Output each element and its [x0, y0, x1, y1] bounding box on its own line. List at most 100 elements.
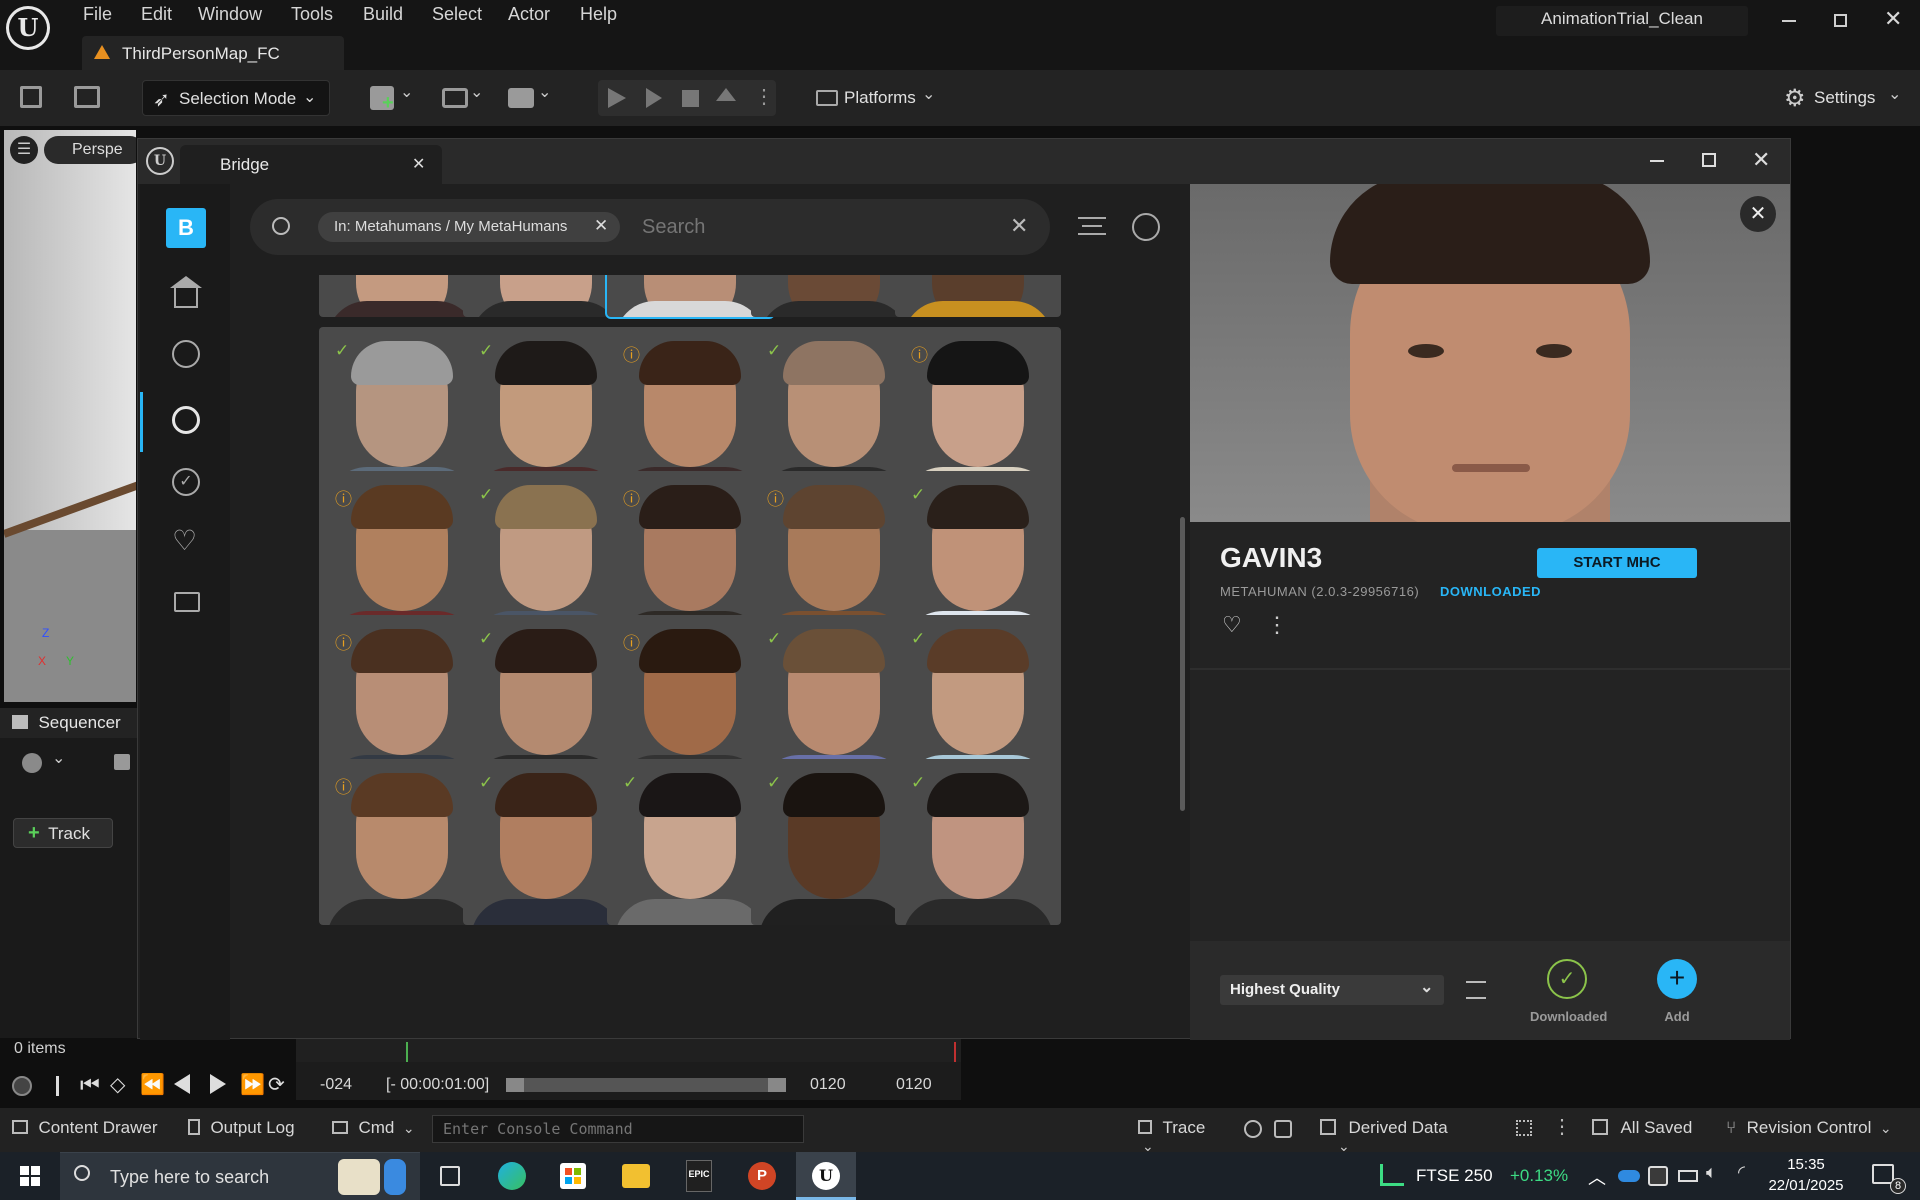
menu-window[interactable]: Window [198, 4, 262, 28]
console-input[interactable] [432, 1115, 804, 1143]
clear-search-icon[interactable]: ✕ [1010, 213, 1028, 239]
metahuman-tile[interactable]: ⓘ [751, 471, 917, 637]
selection-mode-dropdown[interactable]: ➶ Selection Mode ⌄ [142, 80, 330, 116]
metahuman-tile[interactable]: ✓ [607, 759, 773, 925]
metahuman-tile[interactable]: ✓ [895, 615, 1061, 781]
metahuman-tile[interactable]: ✓ [319, 327, 485, 493]
onedrive-icon[interactable] [1618, 1170, 1640, 1182]
tab-bridge[interactable]: Bridge ✕ [180, 145, 442, 184]
edge-icon[interactable] [498, 1162, 526, 1190]
store-icon[interactable] [560, 1163, 586, 1189]
record-trace-icon[interactable] [1244, 1120, 1262, 1138]
start-mhc-button[interactable]: START MHC [1537, 548, 1697, 578]
metahuman-tile[interactable]: ✓ [751, 327, 917, 493]
more-options-icon[interactable]: ⋮ [754, 84, 774, 109]
output-log-button[interactable]: Output Log [188, 1118, 308, 1142]
metahuman-tile[interactable] [751, 275, 917, 317]
record-icon[interactable] [12, 1076, 32, 1096]
loop-icon[interactable]: ⟳ [268, 1072, 285, 1097]
ticker-name[interactable]: FTSE 250 [1416, 1166, 1493, 1186]
metahuman-tile[interactable]: ⓘ [319, 471, 485, 637]
favorite-icon[interactable]: ♡ [1222, 612, 1242, 638]
grid-icon[interactable] [1516, 1120, 1532, 1136]
settings-sliders-icon[interactable] [1466, 981, 1486, 999]
more-options-icon[interactable]: ⋮ [1266, 612, 1288, 638]
search-input[interactable] [642, 211, 972, 243]
chevron-down-icon[interactable]: ⌄ [538, 82, 551, 102]
maximize-icon[interactable] [1702, 153, 1716, 167]
timeline-area[interactable]: -024 [- 00:00:01:00] 0120 0120 [296, 1038, 961, 1100]
metahuman-tile[interactable] [895, 275, 1061, 317]
metahuman-tile[interactable]: ⓘ [895, 327, 1061, 493]
all-saved-button[interactable]: All Saved [1592, 1118, 1702, 1142]
chevron-down-icon[interactable]: ⌄ [52, 748, 65, 768]
jump-start-icon[interactable]: ⏮ [80, 1072, 100, 1098]
metahuman-tile[interactable]: ✓ [463, 759, 629, 925]
stop-icon[interactable] [682, 90, 699, 107]
check-circle-icon[interactable]: ✓ [172, 468, 200, 496]
close-tab-icon[interactable]: ✕ [412, 154, 425, 174]
taskbar-search[interactable]: Type here to search [60, 1152, 420, 1200]
heart-icon[interactable]: ♡ [172, 524, 197, 557]
next-frame-icon[interactable]: ⏩ [240, 1072, 265, 1097]
prev-key-icon[interactable]: ◇ [110, 1072, 125, 1097]
eject-icon[interactable] [716, 88, 736, 101]
restore-icon[interactable] [1834, 14, 1847, 27]
platforms-dropdown[interactable]: Platforms ⌄ [812, 80, 942, 116]
wifi-icon[interactable]: ◜ [1738, 1162, 1745, 1183]
cmd-dropdown[interactable]: Cmd ⌄ [332, 1118, 418, 1142]
metahuman-tile[interactable]: ⓘ [607, 471, 773, 637]
clock-time[interactable]: 15:35 [1778, 1156, 1834, 1173]
chevron-down-icon[interactable]: ⌄ [470, 82, 483, 102]
powerpoint-icon[interactable]: P [748, 1162, 776, 1190]
grid-scrollbar[interactable] [1180, 517, 1185, 811]
metahuman-tile[interactable] [463, 275, 629, 317]
end-marker[interactable] [954, 1042, 956, 1062]
add-track-button[interactable]: + Track [13, 818, 113, 848]
ticker-change[interactable]: +0.13% [1510, 1166, 1568, 1186]
metahuman-tile[interactable]: ✓ [751, 759, 917, 925]
derived-data-dropdown[interactable]: Derived Data ⌄ [1320, 1118, 1480, 1154]
chevron-down-icon[interactable]: ⌄ [400, 82, 413, 102]
more-options-icon[interactable]: ⋮ [1552, 1114, 1572, 1139]
set-start-icon[interactable] [56, 1076, 59, 1096]
play-icon[interactable] [608, 88, 626, 108]
user-circle-icon[interactable] [172, 406, 200, 434]
advance-frame-icon[interactable] [646, 88, 662, 108]
sequencer-tab[interactable]: Sequencer [0, 708, 138, 738]
menu-file[interactable]: File [83, 4, 112, 28]
tab-map[interactable]: ThirdPersonMap_FC [82, 36, 344, 70]
quality-dropdown[interactable]: Highest Quality ⌄ [1220, 975, 1444, 1005]
save-icon[interactable] [114, 754, 130, 770]
filter-chip[interactable]: In: Metahumans / My MetaHumans ✕ [318, 212, 620, 242]
volume-icon[interactable]: 🔈︎ [1706, 1162, 1717, 1183]
range-end-view[interactable]: 0120 [896, 1076, 932, 1094]
range-end[interactable]: 0120 [810, 1076, 846, 1094]
viewport-options-button[interactable]: ☰ [10, 136, 38, 164]
content-browser-icon[interactable] [74, 86, 100, 108]
monitor-icon[interactable] [174, 592, 200, 612]
downloaded-check-icon[interactable]: ✓ [1547, 959, 1587, 999]
metahuman-tile[interactable]: ✓ [463, 471, 629, 637]
clock-date[interactable]: 22/01/2025 [1768, 1177, 1844, 1194]
metahuman-tile[interactable]: ⓘ [607, 327, 773, 493]
snapshot-icon[interactable] [1274, 1120, 1292, 1138]
reverse-play-icon[interactable] [174, 1074, 190, 1094]
home-icon[interactable] [174, 286, 198, 308]
trace-dropdown[interactable]: Trace ⌄ [1138, 1118, 1224, 1154]
stock-chart-icon[interactable] [1380, 1164, 1404, 1186]
account-icon[interactable] [1132, 213, 1160, 241]
menu-actor[interactable]: Actor [508, 4, 550, 28]
metahuman-tile[interactable] [319, 275, 485, 317]
metahuman-tile[interactable]: ✓ [463, 615, 629, 781]
playhead-marker[interactable] [406, 1042, 408, 1062]
close-icon[interactable]: ✕ [1752, 147, 1770, 173]
blueprint-icon[interactable] [442, 88, 468, 108]
metahuman-tile[interactable]: ✓ [895, 759, 1061, 925]
metahuman-tile[interactable]: ⓘ [607, 615, 773, 781]
menu-edit[interactable]: Edit [141, 4, 172, 28]
bridge-logo-icon[interactable]: B [166, 208, 206, 248]
prev-frame-icon[interactable]: ⏪ [140, 1072, 165, 1097]
epic-games-icon[interactable]: EPIC [686, 1160, 712, 1192]
world-icon[interactable] [22, 753, 42, 773]
